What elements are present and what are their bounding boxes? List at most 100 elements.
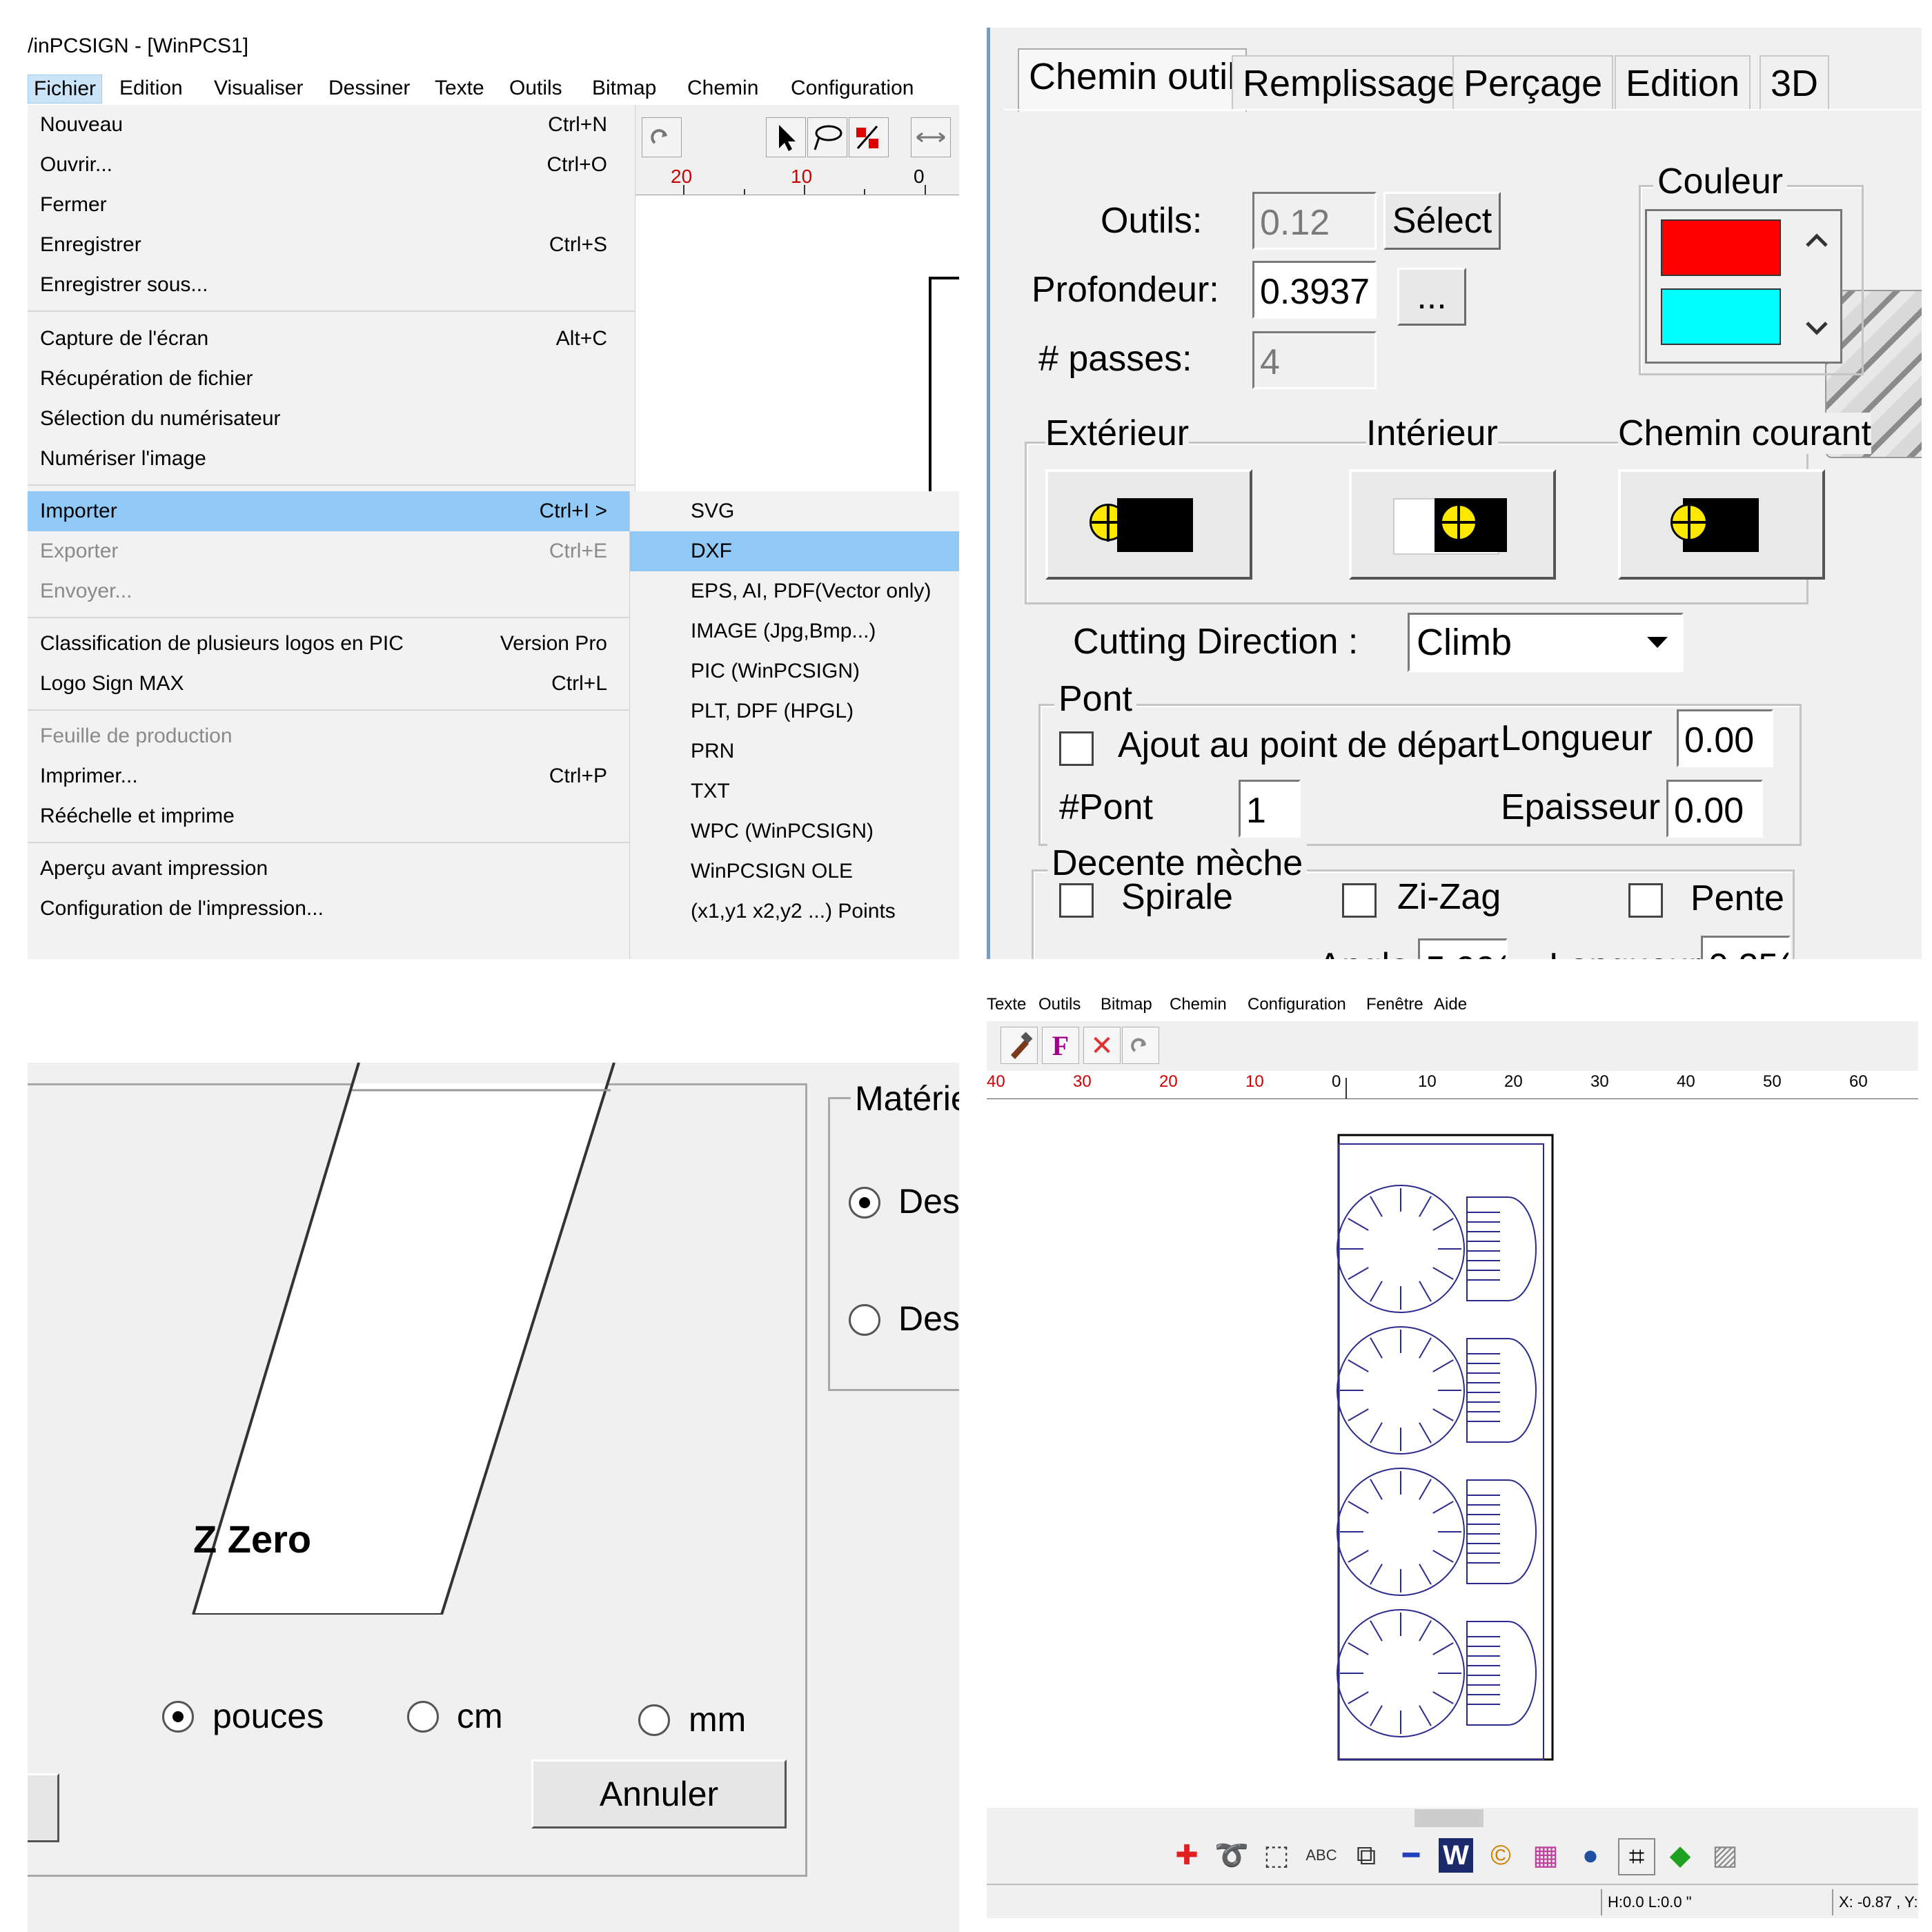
w-button[interactable]: W [1439,1838,1473,1873]
npont-field[interactable]: 1 [1239,780,1301,838]
lasso-button[interactable] [807,117,847,157]
shape-tool-button[interactable]: ⧉ [1349,1838,1383,1873]
node-edit-button[interactable] [849,117,889,157]
hatch-button[interactable]: ▨ [1708,1838,1742,1873]
chemin-courant-button[interactable] [1618,469,1825,580]
scroll-thumb[interactable] [1414,1809,1483,1827]
tab-remplissage[interactable]: Remplissage [1232,55,1470,110]
menu-item-numeriser[interactable]: Numériser l'image [28,439,635,479]
submenu-item-plt[interactable]: PLT, DPF (HPGL) [630,691,959,731]
menu-chemin[interactable]: Chemin [1170,995,1227,1014]
menu-edition[interactable]: Edition [114,75,188,102]
longueur2-field[interactable]: 0.25( [1701,936,1791,959]
menu-item-numerisateur[interactable]: Sélection du numérisateur [28,399,635,439]
redo-button[interactable] [642,117,682,157]
submenu-item-svg[interactable]: SVG [630,491,959,531]
menu-texte[interactable]: Texte [987,995,1026,1014]
annuler-button[interactable]: Annuler [531,1759,787,1828]
menu-item-capture[interactable]: Capture de l'écran Alt+C [28,319,635,359]
spirale-checkbox[interactable] [1059,883,1094,918]
menu-item-importer[interactable]: Importer Ctrl+I > [28,491,635,531]
ok-button[interactable] [28,1773,59,1842]
submenu-item-points[interactable]: (x1,y1 x2,y2 ...) Points [630,891,959,931]
globe-button[interactable]: ● [1573,1838,1608,1873]
ajout-checkbox[interactable] [1059,731,1094,766]
menu-item-classification[interactable]: Classification de plusieurs logos en PIC… [28,624,635,664]
tab-percage[interactable]: Perçage [1452,55,1614,110]
text-tool-button[interactable]: ABC [1304,1838,1339,1873]
outils-field[interactable]: 0.12 [1252,192,1377,250]
submenu-item-image[interactable]: IMAGE (Jpg,Bmp...) [630,611,959,651]
lasso-tool-button[interactable]: ➰ [1214,1838,1249,1873]
menu-chemin[interactable]: Chemin [682,75,764,102]
menu-fenetre[interactable]: Fenêtre [1366,995,1423,1014]
color-list[interactable] [1645,209,1842,364]
submenu-item-ole[interactable]: WinPCSIGN OLE [630,851,959,891]
passes-field[interactable]: 4 [1252,331,1377,389]
c-button[interactable]: © [1483,1838,1518,1873]
select-rect-button[interactable]: ⬚ [1259,1838,1294,1873]
delete-button[interactable]: ✕ [1083,1027,1121,1064]
pente-checkbox[interactable] [1628,883,1663,918]
mm-radio[interactable] [638,1704,670,1736]
pouces-radio[interactable] [162,1701,194,1733]
menu-configuration[interactable]: Configuration [1248,995,1346,1014]
tab-3d[interactable]: 3D [1759,55,1830,110]
menu-item-logo-sign-max[interactable]: Logo Sign MAX Ctrl+L [28,664,635,704]
font-button[interactable]: F [1042,1027,1079,1064]
menu-item-enregistrer-sous[interactable]: Enregistrer sous... [28,265,635,305]
menu-outils[interactable]: Outils [504,75,568,102]
more-button[interactable]: ... [1397,268,1466,326]
interieur-button[interactable] [1349,469,1556,580]
menu-item-apercu[interactable]: Aperçu avant impression [28,849,635,889]
submenu-item-dxf[interactable]: DXF [630,531,959,571]
submenu-item-prn[interactable]: PRN [630,731,959,771]
menu-visualiser[interactable]: Visualiser [208,75,309,102]
menu-configuration[interactable]: Configuration [785,75,919,102]
submenu-item-pic[interactable]: PIC (WinPCSIGN) [630,651,959,691]
menu-texte[interactable]: Texte [429,75,490,102]
select-button[interactable]: Sélect [1383,192,1501,250]
exterieur-button[interactable] [1045,469,1252,580]
color-swatch-red[interactable] [1661,219,1781,276]
longueur-field[interactable]: 0.00 [1677,709,1773,767]
horizontal-scrollbar[interactable] [987,1808,1918,1828]
mirror-button[interactable] [911,117,951,157]
submenu-item-txt[interactable]: TXT [630,771,959,811]
des-radio-2[interactable] [849,1304,880,1336]
menu-item-fermer[interactable]: Fermer [28,185,635,225]
submenu-item-eps[interactable]: EPS, AI, PDF(Vector only) [630,571,959,611]
color-palette-button[interactable]: ▦ [1528,1838,1563,1873]
hammer-button[interactable] [1000,1027,1038,1064]
profondeur-field[interactable]: 0.3937 [1252,261,1377,319]
menu-item-recuperation[interactable]: Récupération de fichier [28,359,635,399]
select-arrow-button[interactable] [766,117,806,157]
des-radio-1[interactable] [849,1187,880,1219]
redo-button[interactable] [1122,1027,1159,1064]
menu-bitmap[interactable]: Bitmap [1101,995,1152,1014]
cm-radio[interactable] [407,1701,439,1733]
line-tool-button[interactable]: ━ [1394,1838,1428,1873]
menu-outils[interactable]: Outils [1038,995,1081,1014]
menu-fichier[interactable]: Fichier [28,75,103,103]
add-node-button[interactable]: ✚ [1170,1838,1204,1873]
menu-dessiner[interactable]: Dessiner [323,75,415,102]
layers-button[interactable]: ◆ [1663,1838,1697,1873]
menu-item-enregistrer[interactable]: Enregistrer Ctrl+S [28,225,635,265]
menu-aide[interactable]: Aide [1434,995,1467,1014]
menu-item-imprimer[interactable]: Imprimer... Ctrl+P [28,756,635,796]
crop-button[interactable]: ⌗ [1618,1838,1655,1875]
tab-chemin-outil[interactable]: Chemin outil [1018,48,1248,112]
menu-item-ouvrir[interactable]: Ouvrir... Ctrl+O [28,145,635,185]
cutting-direction-select[interactable]: Climb [1408,613,1684,672]
submenu-item-wpc[interactable]: WPC (WinPCSIGN) [630,811,959,851]
angle-field[interactable]: 5.00( [1418,938,1508,959]
color-swatch-cyan[interactable] [1661,288,1781,345]
epaisseur-field[interactable]: 0.00 [1666,780,1763,838]
dxf-drawing[interactable] [1332,1132,1559,1766]
tab-edition[interactable]: Edition [1615,55,1751,110]
menu-item-config-impression[interactable]: Configuration de l'impression... [28,889,635,929]
chevron-down-icon[interactable] [1803,315,1831,342]
menu-item-reechelle[interactable]: Rééchelle et imprime [28,796,635,836]
menu-bitmap[interactable]: Bitmap [586,75,662,102]
